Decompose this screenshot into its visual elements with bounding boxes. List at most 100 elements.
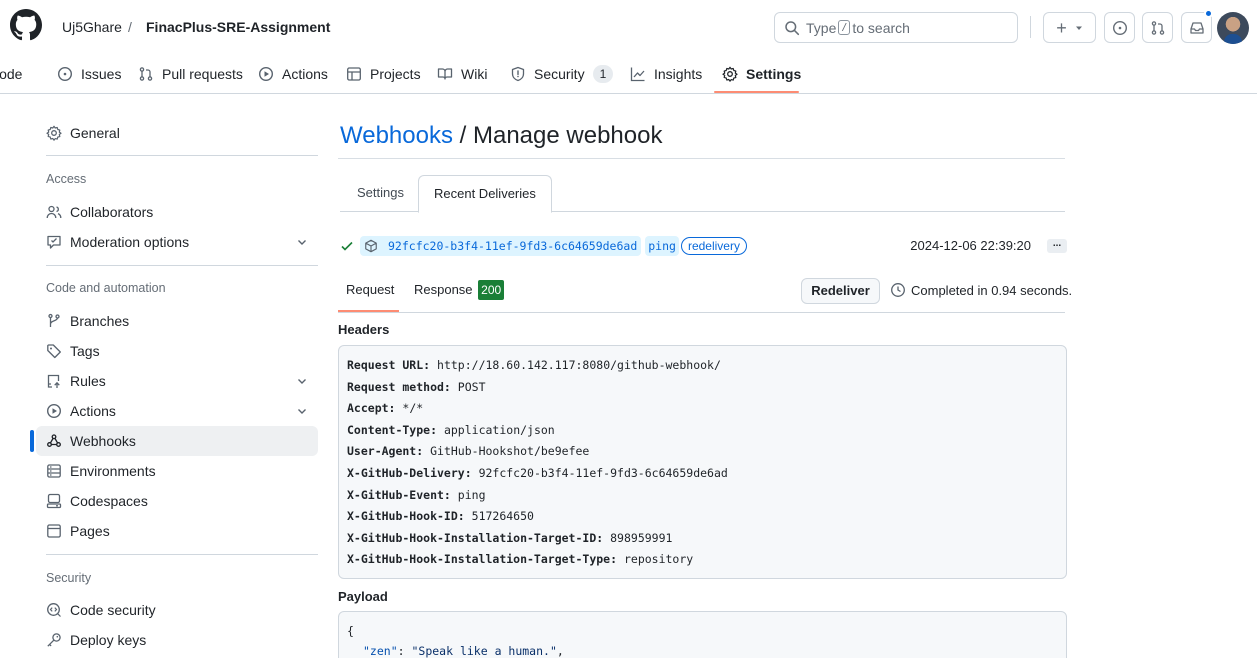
chevron-down-icon <box>298 379 306 384</box>
header-key: Request URL: <box>347 358 431 372</box>
sidebar-item-deploy-keys[interactable]: Deploy keys <box>36 625 318 655</box>
people-icon <box>46 205 62 219</box>
tab-actions[interactable]: Actions <box>258 56 328 92</box>
header-divider <box>1030 16 1031 38</box>
page-title-text: Manage webhook <box>472 122 663 149</box>
table-icon <box>347 67 361 81</box>
user-avatar[interactable] <box>1217 12 1249 44</box>
chevron-down-icon <box>298 409 306 414</box>
sidebar-divider <box>46 155 318 156</box>
tab-settings-underline <box>714 91 799 93</box>
header-key: X-GitHub-Hook-Installation-Target-Type: <box>347 552 618 567</box>
pull-requests-button[interactable] <box>1142 12 1173 43</box>
header-value: GitHub-Hookshot/be9efee <box>430 444 590 459</box>
sidebar-item-codespaces[interactable]: Codespaces <box>36 486 318 516</box>
search-shortcut-key: / <box>838 20 851 35</box>
completion-text: Completed in 0.94 seconds. <box>911 282 1073 298</box>
search-placeholder-suffix: to search <box>852 19 910 36</box>
sidebar-item-collaborators[interactable]: Collaborators <box>36 197 318 227</box>
play-icon <box>258 66 274 82</box>
header-key: X-GitHub-Hook-Installation-Target-ID: <box>347 530 604 545</box>
sidebar-item-environments-label: Environments <box>70 463 156 479</box>
tab-wiki[interactable]: Wiki <box>437 56 487 92</box>
tab-security[interactable]: Security 1 <box>510 56 614 92</box>
sidebar-item-branches[interactable]: Branches <box>36 306 318 336</box>
header-line: X-GitHub-Hook-ID: 517264650 <box>347 506 1058 528</box>
sidebar-item-moderation[interactable]: Moderation options <box>36 227 318 257</box>
tab-issues[interactable]: Issues <box>57 56 121 92</box>
header-key: User-Agent: <box>347 444 424 459</box>
create-new-button[interactable]: + <box>1043 12 1096 43</box>
issues-button[interactable] <box>1104 12 1135 43</box>
triangle-down-icon <box>1075 26 1082 30</box>
sidebar-divider <box>46 265 318 266</box>
tab-security-label: Security <box>534 66 585 82</box>
tab-insights[interactable]: Insights <box>630 56 702 92</box>
header-key: X-GitHub-Delivery: <box>347 465 472 480</box>
delivery-guid[interactable]: 92fcfc20-b3f4-11ef-9fd3-6c64659de6ad <box>382 236 642 256</box>
header-line: Request method: POST <box>347 377 1058 399</box>
search-input[interactable]: Type / to search <box>774 12 1018 43</box>
tab-issues-label: Issues <box>81 66 122 82</box>
server-icon <box>47 464 61 478</box>
tab-recent-deliveries[interactable]: Recent Deliveries <box>418 175 552 213</box>
header-value: ping <box>457 487 486 502</box>
payload-label: Payload <box>338 589 388 604</box>
payload-line: "zen": "Speak like a human.", <box>347 641 1058 658</box>
sidebar-item-code-security-label: Code security <box>70 602 156 618</box>
sidebar-item-rules[interactable]: Rules <box>36 366 318 396</box>
title-divider <box>338 158 1065 159</box>
sidebar-item-actions[interactable]: Actions <box>36 396 318 426</box>
play-icon <box>46 403 62 419</box>
header-key: X-GitHub-Hook-ID: <box>347 509 465 524</box>
delivery-row[interactable]: 92fcfc20-b3f4-11ef-9fd3-6c64659de6ad pin… <box>340 235 1067 257</box>
header-value: 517264650 <box>471 509 534 524</box>
tab-insights-label: Insights <box>654 66 703 82</box>
kebab-more-button[interactable]: ... <box>1047 239 1067 253</box>
header-value: 898959991 <box>610 530 673 545</box>
breadcrumb-webhooks-link[interactable]: Webhooks <box>340 122 453 149</box>
tab-response-label: Response <box>414 282 473 297</box>
redeliver-button[interactable]: Redeliver <box>801 278 880 304</box>
sidebar-item-actions-label: Actions <box>70 403 116 419</box>
header-line: Content-Type: application/json <box>347 420 1058 442</box>
browser-icon <box>47 524 61 538</box>
header-key: Content-Type: <box>347 422 438 437</box>
tab-projects-label: Projects <box>370 66 421 82</box>
tab-request[interactable]: Request <box>338 277 402 313</box>
key-icon <box>47 633 61 647</box>
header-value: repository <box>623 552 694 567</box>
github-logo-icon[interactable] <box>10 9 42 41</box>
git-pull-request-icon <box>139 67 153 81</box>
package-icon <box>360 236 382 256</box>
tab-code[interactable]: Code <box>0 56 22 92</box>
sidebar-item-tags[interactable]: Tags <box>36 336 318 366</box>
tab-settings-label: Settings <box>746 66 802 82</box>
tab-settings[interactable]: Settings <box>722 56 801 92</box>
sidebar-heading-access: Access <box>46 172 87 186</box>
tab-webhook-settings[interactable]: Settings <box>342 175 419 212</box>
header-value: */* <box>402 401 424 416</box>
sidebar-item-webhooks[interactable]: Webhooks <box>30 426 318 456</box>
gear-icon <box>722 66 738 82</box>
completion-status: Completed in 0.94 seconds. <box>890 282 1072 298</box>
owner-link[interactable]: Uj5Ghare <box>62 17 122 37</box>
repo-link[interactable]: FinacPlus-SRE-Assignment <box>146 17 330 37</box>
json-string: "Speak like a human." <box>411 644 557 658</box>
sidebar-item-webhooks-label: Webhooks <box>70 433 136 449</box>
tab-response[interactable]: Response 200 <box>414 277 505 313</box>
sidebar-item-environments[interactable]: Environments <box>36 456 318 486</box>
tab-pull-requests[interactable]: Pull requests <box>138 56 243 92</box>
sidebar-item-code-security[interactable]: Code security <box>36 595 318 625</box>
sidebar-item-general[interactable]: General <box>36 118 318 148</box>
headers-label: Headers <box>338 322 390 337</box>
notification-indicator <box>1204 9 1213 18</box>
sidebar-item-pages[interactable]: Pages <box>36 516 318 546</box>
sidebar-heading-security: Security <box>46 571 92 585</box>
payload-line: { <box>347 624 354 638</box>
header-line: X-GitHub-Hook-Installation-Target-ID: 89… <box>347 528 1058 550</box>
header-key: X-GitHub-Event: <box>347 487 451 502</box>
webhook-icon <box>47 434 61 447</box>
tab-projects[interactable]: Projects <box>346 56 421 92</box>
codescan-icon <box>47 603 61 617</box>
